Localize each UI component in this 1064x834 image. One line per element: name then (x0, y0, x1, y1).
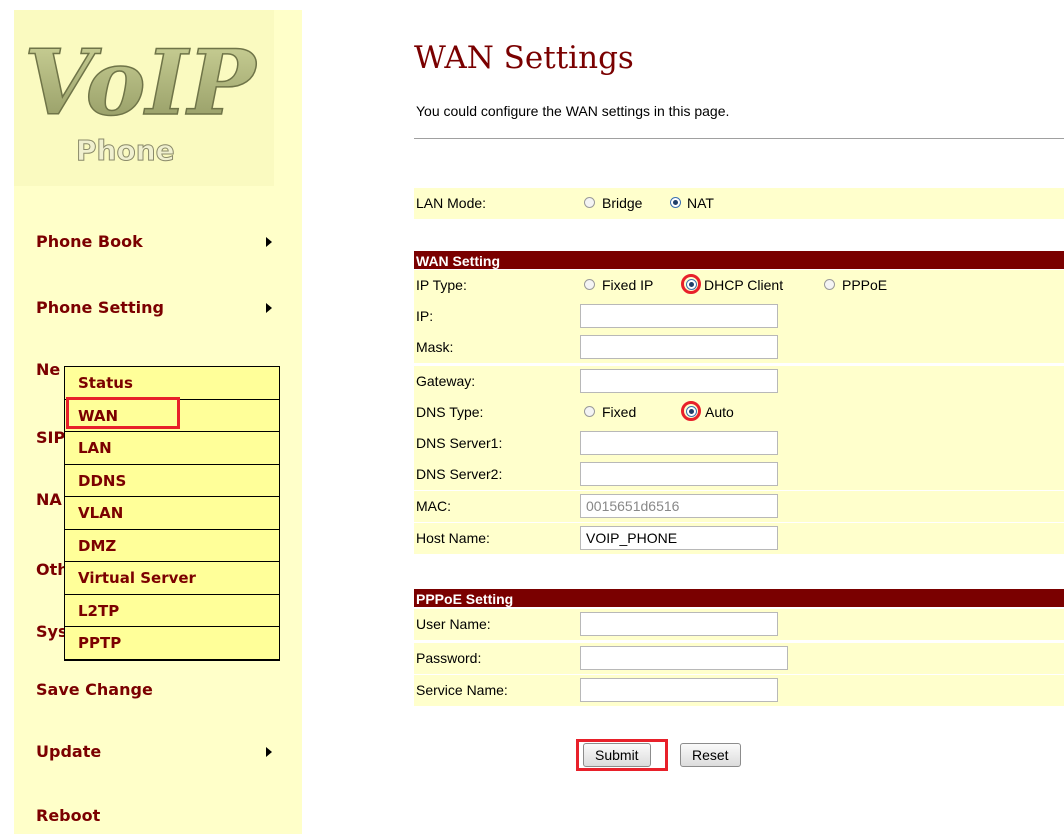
submenu-vlan[interactable]: VLAN (65, 497, 279, 530)
lan-mode-bridge-radio[interactable] (584, 197, 595, 208)
nav-update[interactable]: Update (36, 742, 101, 761)
gateway-row: Gateway: (414, 366, 1064, 397)
ip-type-label: IP Type: (416, 277, 467, 293)
dns2-label: DNS Server2: (416, 466, 503, 482)
dns1-input[interactable] (580, 431, 778, 455)
ip-type-dhcp-label: DHCP Client (704, 277, 784, 293)
dns-type-fixed-radio[interactable] (584, 406, 595, 417)
ip-type-pppoe-radio[interactable] (824, 279, 835, 290)
nav-system[interactable]: Sys (36, 622, 67, 641)
user-name-input[interactable] (580, 612, 778, 636)
dns-type-fixed-label: Fixed (602, 404, 637, 420)
host-name-label: Host Name: (416, 530, 490, 546)
ip-input[interactable] (580, 304, 778, 328)
password-row: Password: (414, 643, 1064, 674)
mask-row: Mask: (414, 332, 1064, 363)
svg-text:VoIP: VoIP (24, 30, 258, 136)
password-input[interactable] (580, 646, 788, 670)
ip-label: IP: (416, 308, 434, 324)
nav-phone-setting[interactable]: Phone Setting (36, 298, 164, 317)
service-name-label: Service Name: (416, 682, 508, 698)
chevron-right-icon (266, 237, 272, 247)
lan-mode-label: LAN Mode: (416, 195, 487, 211)
gateway-input[interactable] (580, 369, 778, 393)
submenu-virtual-server[interactable]: Virtual Server (65, 562, 279, 595)
wan-highlight-box (66, 397, 180, 429)
nav-sip[interactable]: SIP (36, 428, 65, 447)
chevron-right-icon (266, 303, 272, 313)
service-name-input[interactable] (580, 678, 778, 702)
submenu-l2tp[interactable]: L2TP (65, 595, 279, 627)
dns1-row: DNS Server1: (414, 428, 1064, 459)
service-name-row: Service Name: (414, 675, 1064, 706)
dns2-row: DNS Server2: (414, 459, 1064, 490)
mac-row: MAC: (414, 491, 1064, 522)
auto-highlight-ring (681, 401, 701, 421)
submenu-pptp[interactable]: PPTP (65, 627, 279, 660)
dns-type-row: DNS Type: Fixed Auto (414, 397, 1064, 428)
pppoe-setting-header: PPPoE Setting (414, 589, 1064, 607)
ip-type-row: IP Type: Fixed IP DHCP Client PPPoE (414, 270, 1064, 301)
network-submenu: Status WAN LAN DDNS VLAN DMZ Virtual Ser… (64, 366, 280, 661)
submenu-ddns[interactable]: DDNS (65, 465, 279, 497)
dns1-label: DNS Server1: (416, 435, 503, 451)
mask-input[interactable] (580, 335, 778, 359)
host-name-input[interactable] (580, 526, 778, 550)
dns2-input[interactable] (580, 462, 778, 486)
password-label: Password: (416, 650, 482, 666)
lan-mode-nat-radio[interactable] (670, 197, 681, 208)
wan-setting-header: WAN Setting (414, 251, 1064, 269)
submenu-lan[interactable]: LAN (65, 432, 279, 465)
page-description: You could configure the WAN settings in … (416, 103, 730, 119)
voip-phone-logo: VoIP Phone (14, 10, 274, 186)
gateway-label: Gateway: (416, 373, 476, 389)
host-name-row: Host Name: (414, 523, 1064, 554)
dns-type-label: DNS Type: (416, 404, 484, 420)
reset-button[interactable]: Reset (680, 743, 741, 767)
nav-save-change[interactable]: Save Change (36, 680, 153, 699)
divider (414, 138, 1064, 139)
submit-highlight-box (576, 739, 668, 771)
ip-row: IP: (414, 301, 1064, 332)
chevron-right-icon (266, 747, 272, 757)
dhcp-highlight-ring (681, 274, 701, 294)
nav-reboot[interactable]: Reboot (36, 806, 100, 825)
mask-label: Mask: (416, 339, 454, 355)
page-title: WAN Settings (414, 40, 634, 76)
svg-text:Phone: Phone (76, 134, 175, 167)
lan-mode-nat-label: NAT (687, 195, 714, 211)
mac-input (580, 494, 778, 518)
submenu-dmz[interactable]: DMZ (65, 530, 279, 562)
user-name-row: User Name: (414, 609, 1064, 640)
user-name-label: User Name: (416, 616, 491, 632)
ip-type-fixed-radio[interactable] (584, 279, 595, 290)
nav-nat[interactable]: NA (36, 490, 62, 509)
dns-type-auto-label: Auto (705, 404, 734, 420)
nav-network[interactable]: Ne (36, 360, 60, 379)
ip-type-fixed-label: Fixed IP (602, 277, 654, 293)
submenu-status[interactable]: Status (65, 367, 279, 400)
ip-type-pppoe-label: PPPoE (842, 277, 888, 293)
mac-label: MAC: (416, 498, 451, 514)
lan-mode-row: LAN Mode: Bridge NAT (414, 188, 1064, 219)
lan-mode-bridge-label: Bridge (602, 195, 643, 211)
nav-phone-book[interactable]: Phone Book (36, 232, 143, 251)
